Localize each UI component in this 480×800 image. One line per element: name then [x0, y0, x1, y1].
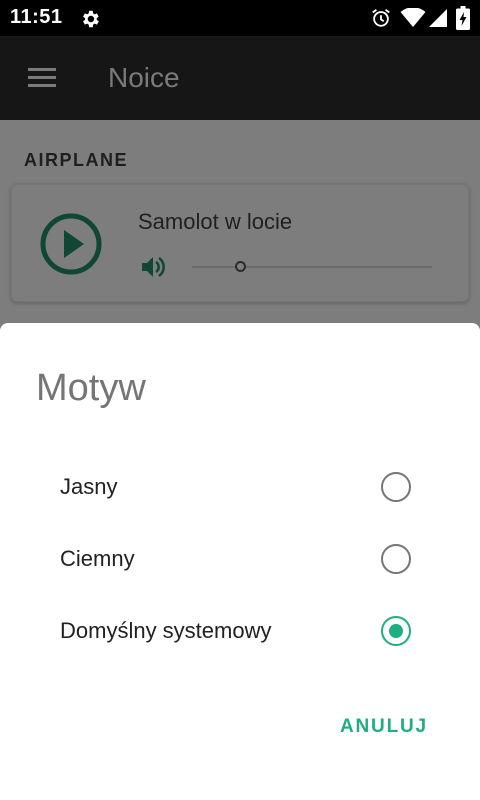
sound-card: Samolot w locie	[11, 184, 469, 302]
hamburger-menu-icon[interactable]	[28, 68, 56, 88]
app-title: Noice	[108, 62, 180, 93]
signal-icon	[429, 9, 447, 27]
wifi-icon	[400, 8, 426, 27]
option-label: Jasny	[60, 474, 118, 499]
sound-name: Samolot w locie	[138, 209, 293, 234]
theme-option-light[interactable]: Jasny	[0, 454, 480, 522]
cancel-button[interactable]: ANULUJ	[330, 708, 438, 746]
option-label: Ciemny	[60, 546, 135, 571]
volume-icon	[142, 256, 165, 278]
status-time: 11:51	[10, 6, 63, 28]
play-icon[interactable]	[40, 213, 102, 275]
volume-slider-thumb[interactable]	[234, 261, 246, 272]
theme-option-system-default[interactable]: Domyślny systemowy	[0, 598, 480, 666]
settings-gear-icon	[83, 10, 99, 28]
status-bar: 11:51	[0, 0, 480, 36]
alarm-icon	[372, 9, 390, 27]
radio-button[interactable]	[381, 472, 411, 502]
volume-slider-track[interactable]	[192, 266, 432, 268]
battery-charging-icon	[456, 6, 470, 30]
theme-dialog: Motyw Jasny Ciemny Domyślny systemowy AN…	[0, 323, 480, 800]
section-title: AIRPLANE	[24, 150, 129, 170]
option-label: Domyślny systemowy	[60, 618, 272, 643]
radio-button-checked[interactable]	[381, 616, 411, 646]
theme-option-dark[interactable]: Ciemny	[0, 526, 480, 594]
app-toolbar: Noice	[0, 36, 480, 120]
radio-button[interactable]	[381, 544, 411, 574]
dialog-title: Motyw	[36, 367, 146, 409]
